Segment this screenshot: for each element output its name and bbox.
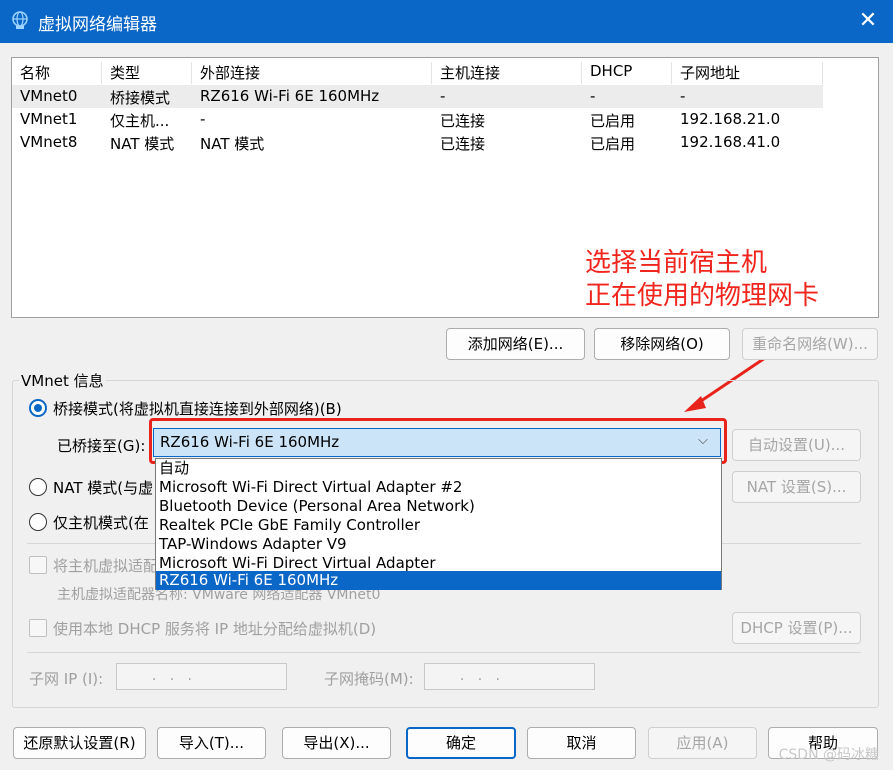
adapter-dropdown-list[interactable]: 自动 Microsoft Wi-Fi Direct Virtual Adapte… [155,458,722,590]
dropdown-option[interactable]: TAP-Windows Adapter V9 [156,535,721,554]
dhcp-checkbox[interactable] [29,619,47,637]
apply-button[interactable]: 应用(A) [648,727,757,759]
nat-settings-button[interactable]: NAT 设置(S)... [732,471,861,503]
annotation-line-2: 正在使用的物理网卡 [585,281,820,311]
dropdown-option[interactable]: 自动 [156,459,721,478]
host-only-label[interactable]: 仅主机模式(在 [53,512,149,533]
dropdown-option[interactable]: Microsoft Wi-Fi Direct Virtual Adapter #… [156,478,721,497]
table-header: 名称 类型 外部连接 主机连接 DHCP 子网地址 [12,58,823,84]
cell-name: VMnet0 [20,87,78,105]
rename-network-button[interactable]: 重命名网络(W)... [742,328,878,360]
cell-subnet: 192.168.21.0 [680,110,781,128]
dropdown-option[interactable]: Bluetooth Device (Personal Area Network) [156,497,721,516]
bridged-to-label: 已桥接至(G): [57,437,146,455]
export-button[interactable]: 导出(X)... [282,727,391,759]
annotation-line-1: 选择当前宿主机 [585,248,768,278]
subnet-ip-input[interactable]: . . . [116,663,287,690]
cell-name: VMnet8 [20,133,78,151]
ok-button[interactable]: 确定 [406,727,516,759]
cell-host: - [440,87,446,105]
annotation-text: 选择当前宿主机 正在使用的物理网卡 [585,247,819,313]
add-network-button[interactable]: 添加网络(E)... [446,328,585,360]
window-title: 虚拟网络编辑器 [38,15,157,35]
table-row[interactable]: VMnet0 桥接模式 RZ616 Wi-Fi 6E 160MHz - - - [12,85,823,108]
title-bar: 虚拟网络编辑器 ✕ [0,0,893,43]
cell-dhcp: 已启用 [590,135,636,153]
dhcp-settings-button[interactable]: DHCP 设置(P)... [732,612,861,644]
dropdown-option[interactable]: Realtek PCIe GbE Family Controller [156,516,721,535]
connect-adapter-checkbox[interactable] [29,556,47,574]
bridge-mode-radio[interactable] [29,399,47,417]
nat-mode-radio[interactable] [29,478,47,496]
cell-type: 桥接模式 [110,89,171,107]
cell-name: VMnet1 [20,110,78,128]
cell-host: 已连接 [440,112,486,130]
column-header-subnet[interactable]: 子网地址 [672,62,823,84]
cell-type: NAT 模式 [110,135,175,153]
auto-settings-button[interactable]: 自动设置(U)... [732,429,861,461]
subnet-ip-label: 子网 IP (I): [29,670,104,688]
column-header-host[interactable]: 主机连接 [432,62,582,84]
column-header-type[interactable]: 类型 [102,62,192,84]
cell-host: 已连接 [440,135,486,153]
cell-subnet: - [680,87,686,105]
remove-network-button[interactable]: 移除网络(O) [594,328,730,360]
table-row[interactable]: VMnet8 NAT 模式 NAT 模式 已连接 已启用 192.168.41.… [12,131,823,154]
watermark: CSDN @码冰糖 [778,747,879,763]
dropdown-option-selected[interactable]: RZ616 Wi-Fi 6E 160MHz [156,571,721,590]
cell-subnet: 192.168.41.0 [680,133,781,151]
host-only-radio[interactable] [29,513,47,531]
cell-external: NAT 模式 [200,135,265,153]
cell-external: - [200,110,206,128]
vmnet-info-title: VMnet 信息 [19,370,106,391]
network-globe-icon [12,11,28,29]
column-header-name[interactable]: 名称 [12,62,102,84]
restore-defaults-button[interactable]: 还原默认设置(R) [13,727,146,759]
cell-external: RZ616 Wi-Fi 6E 160MHz [200,87,380,105]
cell-type: 仅主机... [110,112,170,130]
import-button[interactable]: 导入(T)... [157,727,266,759]
column-header-dhcp[interactable]: DHCP [582,62,672,84]
subnet-mask-input[interactable]: . . . [424,663,595,690]
table-row[interactable]: VMnet1 仅主机... - 已连接 已启用 192.168.21.0 [12,108,823,131]
cell-dhcp: 已启用 [590,112,636,130]
bridge-mode-label[interactable]: 桥接模式(将虚拟机直接连接到外部网络)(B) [53,398,342,419]
cell-dhcp: - [590,87,596,105]
nat-mode-label[interactable]: NAT 模式(与虚 [53,477,153,498]
column-header-external[interactable]: 外部连接 [192,62,432,84]
dhcp-label[interactable]: 使用本地 DHCP 服务将 IP 地址分配给虚拟机(D) [53,618,376,639]
subnet-mask-label: 子网掩码(M): [324,670,414,688]
divider [27,652,861,653]
close-icon[interactable]: ✕ [855,8,881,34]
connect-adapter-label[interactable]: 将主机虚拟适配 [53,555,158,576]
cancel-button[interactable]: 取消 [527,727,636,759]
